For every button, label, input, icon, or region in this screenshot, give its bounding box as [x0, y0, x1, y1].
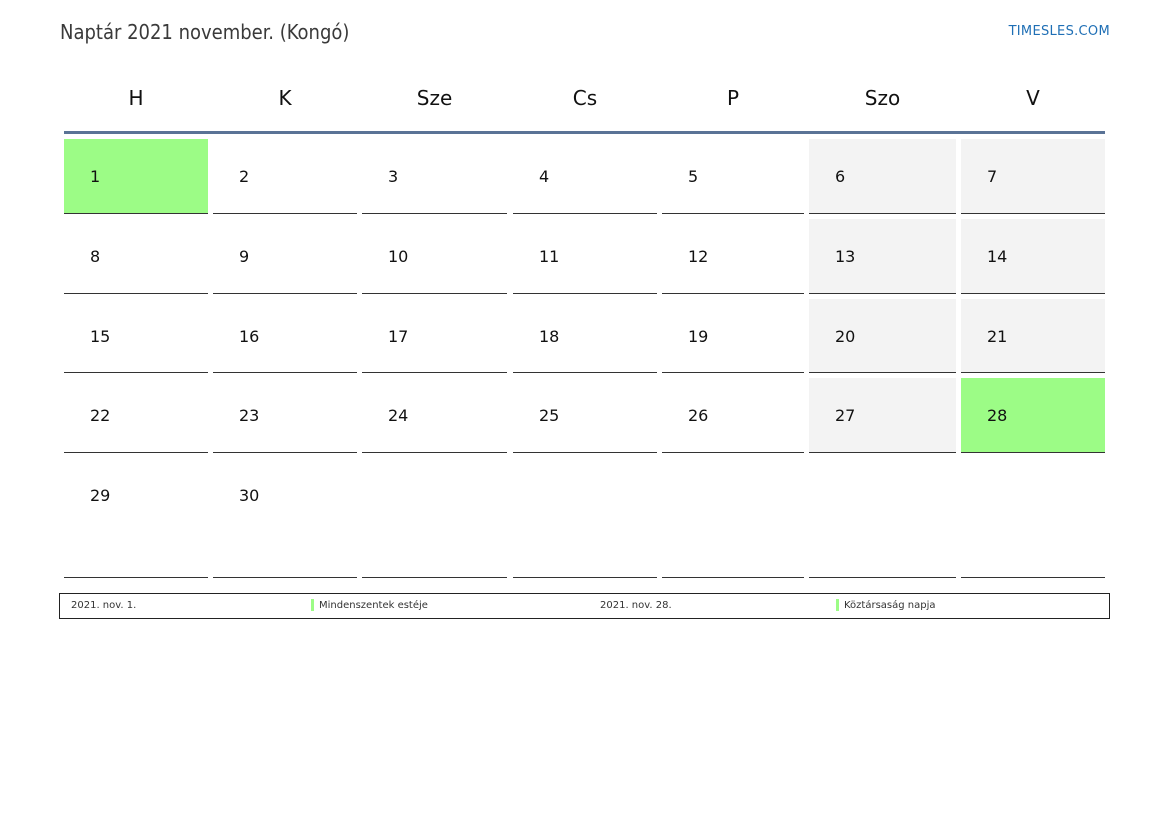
day-number: 23 [239, 406, 260, 425]
legend-holiday-name: Mindenszentek estéje [319, 600, 428, 611]
day-cell: 2 [213, 139, 357, 214]
day-number: 24 [388, 406, 409, 425]
weekday-label: H [128, 86, 144, 110]
day-number: 30 [239, 486, 260, 505]
day-number: 3 [388, 167, 399, 186]
brand-link[interactable]: TIMESLES.COM [1009, 24, 1110, 39]
weekday-label: K [278, 86, 292, 110]
day-cell: 17 [362, 299, 507, 373]
page-title: Naptár 2021 november. (Kongó) [60, 20, 350, 44]
day-cell: 30 [213, 458, 357, 578]
day-number: 12 [688, 247, 709, 266]
weekday-label: Cs [572, 86, 598, 110]
day-number: 14 [987, 247, 1008, 266]
day-number: 20 [835, 327, 856, 346]
day-number: 21 [987, 327, 1008, 346]
day-cell: 3 [362, 139, 507, 214]
day-cell: 16 [213, 299, 357, 373]
day-cell: 20 [809, 299, 956, 373]
day-cell: 21 [961, 299, 1105, 373]
day-number: 2 [239, 167, 250, 186]
day-number: 29 [90, 486, 111, 505]
day-cell: 25 [513, 378, 657, 453]
day-cell: 6 [809, 139, 956, 214]
weekday-label: Sze [416, 86, 453, 110]
day-number: 10 [388, 247, 409, 266]
day-number: 17 [388, 327, 409, 346]
day-number: 6 [835, 167, 846, 186]
day-number: 8 [90, 247, 101, 266]
legend-date: 2021. nov. 28. [600, 600, 672, 611]
day-number: 27 [835, 406, 856, 425]
day-cell: 14 [961, 219, 1105, 294]
day-cell: 23 [213, 378, 357, 453]
day-number: 28 [987, 406, 1008, 425]
day-number: 1 [90, 167, 101, 186]
weekday-label: Szo [864, 86, 901, 110]
weekday-header: H K Sze Cs P Szo V [64, 80, 1105, 132]
day-number: 11 [539, 247, 560, 266]
day-cell: 9 [213, 219, 357, 294]
legend-holiday-name: Köztársaság napja [844, 600, 936, 611]
day-number: 15 [90, 327, 111, 346]
day-number: 26 [688, 406, 709, 425]
empty-day-cell [662, 458, 804, 578]
day-number: 19 [688, 327, 709, 346]
weekday-label: P [726, 86, 740, 110]
legend-color-marker [311, 599, 314, 611]
day-number: 16 [239, 327, 260, 346]
day-number: 5 [688, 167, 699, 186]
weekday-label: V [1026, 86, 1040, 110]
day-cell: 22 [64, 378, 208, 453]
day-cell: 19 [662, 299, 804, 373]
day-number: 22 [90, 406, 111, 425]
day-cell: 26 [662, 378, 804, 453]
day-cell: 29 [64, 458, 208, 578]
day-cell: 7 [961, 139, 1105, 214]
day-number: 18 [539, 327, 560, 346]
empty-day-cell [362, 458, 507, 578]
holiday-day-cell: 28 [961, 378, 1105, 453]
empty-day-cell [809, 458, 956, 578]
holiday-day-cell: 1 [64, 139, 208, 214]
day-number: 9 [239, 247, 250, 266]
day-cell: 18 [513, 299, 657, 373]
day-cell: 15 [64, 299, 208, 373]
empty-day-cell [513, 458, 657, 578]
day-cell: 10 [362, 219, 507, 294]
day-cell: 12 [662, 219, 804, 294]
day-number: 25 [539, 406, 560, 425]
day-cell: 4 [513, 139, 657, 214]
day-number: 13 [835, 247, 856, 266]
day-number: 4 [539, 167, 550, 186]
day-cell: 13 [809, 219, 956, 294]
holiday-legend: 2021. nov. 1. Mindenszentek estéje 2021.… [59, 593, 1110, 619]
legend-date: 2021. nov. 1. [71, 600, 137, 611]
empty-day-cell [961, 458, 1105, 578]
day-cell: 27 [809, 378, 956, 453]
day-cell: 8 [64, 219, 208, 294]
day-cell: 5 [662, 139, 804, 214]
day-cell: 24 [362, 378, 507, 453]
day-cell: 11 [513, 219, 657, 294]
legend-color-marker [836, 599, 839, 611]
header-divider [64, 131, 1105, 134]
day-number: 7 [987, 167, 998, 186]
